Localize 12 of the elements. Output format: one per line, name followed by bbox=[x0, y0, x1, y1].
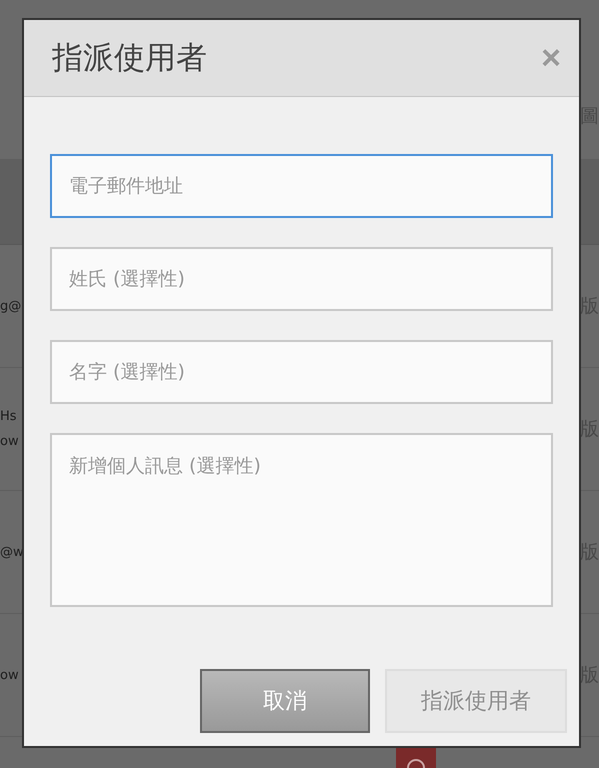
background-text: Hs bbox=[0, 408, 17, 426]
background-text: g@ bbox=[0, 298, 22, 316]
close-button[interactable]: × bbox=[541, 41, 561, 75]
input-field[interactable]: 電子郵件地址 bbox=[50, 154, 553, 218]
cancel-button[interactable]: 取消 bbox=[200, 669, 370, 733]
input-field[interactable]: 姓氏 (選擇性) bbox=[50, 247, 553, 311]
background-text: ow bbox=[0, 433, 19, 451]
background-text: ow bbox=[0, 666, 19, 684]
background-text: @w bbox=[0, 544, 24, 562]
dialog-title: 指派使用者 bbox=[52, 39, 207, 78]
message-field[interactable]: 新增個人訊息 (選擇性) bbox=[50, 433, 553, 607]
input-field[interactable]: 名字 (選擇性) bbox=[50, 340, 553, 404]
